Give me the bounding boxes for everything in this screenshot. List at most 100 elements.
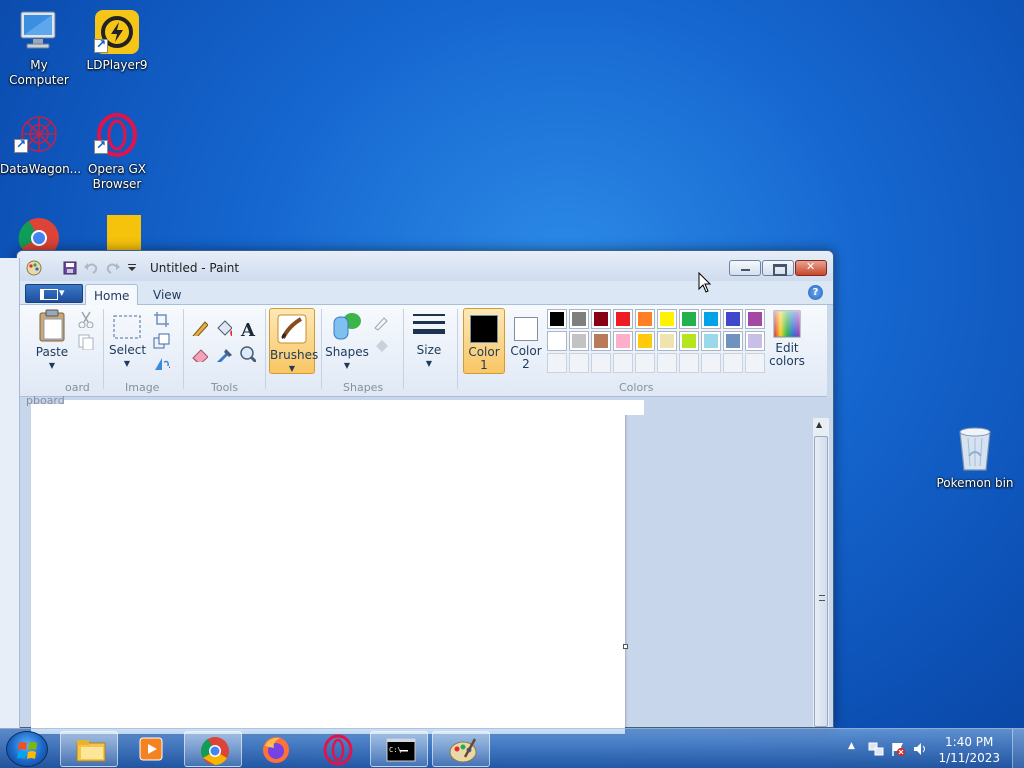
palette-swatch[interactable] [635, 309, 655, 329]
text-icon[interactable]: A [237, 317, 257, 337]
shapes-button[interactable]: Shapes ▼ [325, 311, 369, 372]
crop-icon[interactable] [151, 309, 171, 329]
chevron-down-icon: ▼ [48, 361, 56, 370]
palette-swatch[interactable] [569, 309, 589, 329]
drawing-canvas[interactable] [31, 404, 625, 734]
folder-icon [76, 740, 106, 762]
palette-empty-swatch[interactable] [569, 353, 589, 373]
vertical-scrollbar[interactable]: ▲ [812, 418, 829, 727]
taskbar-chrome[interactable] [184, 731, 242, 767]
close-button[interactable] [795, 260, 827, 276]
palette-empty-swatch[interactable] [635, 353, 655, 373]
palette-swatch[interactable] [723, 331, 743, 351]
rotate-icon[interactable] [151, 353, 171, 373]
paint-window[interactable]: Untitled - Paint Home View ? Paste ▼ oar… [16, 250, 834, 734]
system-tray: ▲ 1:40 PM 1/11/2023 [834, 729, 1024, 768]
size-button[interactable]: Size ▼ [409, 311, 449, 370]
brushes-button[interactable]: Brushes ▼ [269, 308, 318, 374]
outline-icon[interactable] [371, 313, 391, 333]
help-icon[interactable]: ? [808, 285, 823, 300]
taskbar: C:\ ▲ 1:40 PM 1/11/2023 [0, 728, 1024, 768]
copy-icon[interactable] [75, 331, 95, 351]
separator [103, 309, 104, 389]
magnifier-icon[interactable] [237, 343, 257, 363]
desktop-icon-my-computer[interactable]: My Computer [0, 8, 78, 88]
palette-empty-swatch[interactable] [701, 353, 721, 373]
desktop-icon-ldplayer9[interactable]: LDPlayer9 [78, 8, 156, 73]
palette-swatch[interactable] [701, 309, 721, 329]
palette-swatch[interactable] [547, 331, 567, 351]
palette-swatch[interactable] [657, 309, 677, 329]
palette-swatch[interactable] [635, 331, 655, 351]
palette-empty-swatch[interactable] [723, 353, 743, 373]
palette-empty-swatch[interactable] [547, 353, 567, 373]
clock[interactable]: 1:40 PM 1/11/2023 [938, 734, 1000, 766]
brush-icon [277, 314, 307, 344]
paint-app-icon[interactable] [25, 260, 43, 276]
customize-qat-icon[interactable] [127, 261, 137, 275]
color2-button[interactable]: Color 2 [505, 308, 547, 374]
size-label: Size [416, 343, 442, 357]
volume-icon[interactable] [912, 741, 928, 757]
palette-swatch[interactable] [613, 331, 633, 351]
palette-empty-swatch[interactable] [613, 353, 633, 373]
palette-empty-swatch[interactable] [591, 353, 611, 373]
palette-swatch[interactable] [591, 309, 611, 329]
network-icon[interactable] [868, 741, 884, 757]
scrollbar-thumb[interactable] [814, 436, 828, 727]
minimize-button[interactable] [729, 260, 761, 276]
palette-swatch[interactable] [591, 331, 611, 351]
cut-icon[interactable] [75, 309, 95, 329]
palette-swatch[interactable] [657, 331, 677, 351]
redo-icon[interactable] [105, 261, 121, 275]
color-picker-icon[interactable] [213, 343, 233, 363]
desktop-icon-pokemon-bin[interactable]: Pokemon bin [936, 422, 1014, 491]
action-center-icon[interactable] [890, 741, 906, 757]
desktop-icon-yellow-partial[interactable] [78, 212, 156, 254]
palette-swatch[interactable] [701, 331, 721, 351]
pencil-icon[interactable] [189, 317, 209, 337]
taskbar-explorer[interactable] [60, 731, 118, 767]
maximize-button[interactable] [762, 260, 794, 276]
show-hidden-icons[interactable]: ▲ [848, 741, 855, 751]
tab-view[interactable]: View [145, 284, 189, 306]
clipboard-group-label: oard [65, 381, 90, 394]
canvas-resize-handle[interactable] [623, 644, 628, 649]
desktop-icon-datawagon[interactable]: DataWagon... [0, 112, 81, 177]
palette-swatch[interactable] [679, 331, 699, 351]
palette-swatch[interactable] [745, 331, 765, 351]
undo-icon[interactable] [83, 261, 99, 275]
eraser-icon[interactable] [189, 343, 209, 363]
taskbar-command-prompt[interactable]: C:\ [370, 731, 428, 767]
scroll-up-icon[interactable]: ▲ [816, 420, 822, 429]
edit-colors-button[interactable]: Edit colors [767, 309, 807, 368]
paste-button[interactable]: Paste ▼ [31, 309, 73, 372]
palette-swatch[interactable] [613, 309, 633, 329]
palette-swatch[interactable] [679, 309, 699, 329]
palette-swatch[interactable] [569, 331, 589, 351]
taskbar-media-player[interactable] [122, 731, 180, 767]
palette-empty-swatch[interactable] [745, 353, 765, 373]
show-desktop-button[interactable] [1012, 729, 1024, 768]
palette-swatch[interactable] [745, 309, 765, 329]
resize-icon[interactable] [151, 331, 171, 351]
desktop-icon-chrome-partial[interactable] [0, 212, 78, 254]
save-icon[interactable] [63, 261, 77, 275]
chevron-down-icon: ▼ [343, 361, 351, 370]
tab-home[interactable]: Home [85, 284, 139, 306]
shape-fill-icon[interactable] [371, 335, 391, 355]
svg-text:C:\: C:\ [389, 746, 402, 754]
palette-swatch[interactable] [547, 309, 567, 329]
select-button[interactable]: Select ▼ [109, 313, 146, 370]
start-button[interactable] [6, 731, 48, 767]
palette-swatch[interactable] [723, 309, 743, 329]
paint-menu-button[interactable] [25, 284, 83, 303]
desktop-icon-opera-gx[interactable]: Opera GX Browser [78, 112, 156, 192]
fill-icon[interactable] [213, 317, 233, 337]
taskbar-firefox[interactable] [246, 731, 304, 767]
palette-empty-swatch[interactable] [679, 353, 699, 373]
taskbar-opera[interactable] [308, 731, 366, 767]
taskbar-paint[interactable] [432, 731, 490, 767]
color1-button[interactable]: Color 1 [463, 308, 505, 374]
palette-empty-swatch[interactable] [657, 353, 677, 373]
